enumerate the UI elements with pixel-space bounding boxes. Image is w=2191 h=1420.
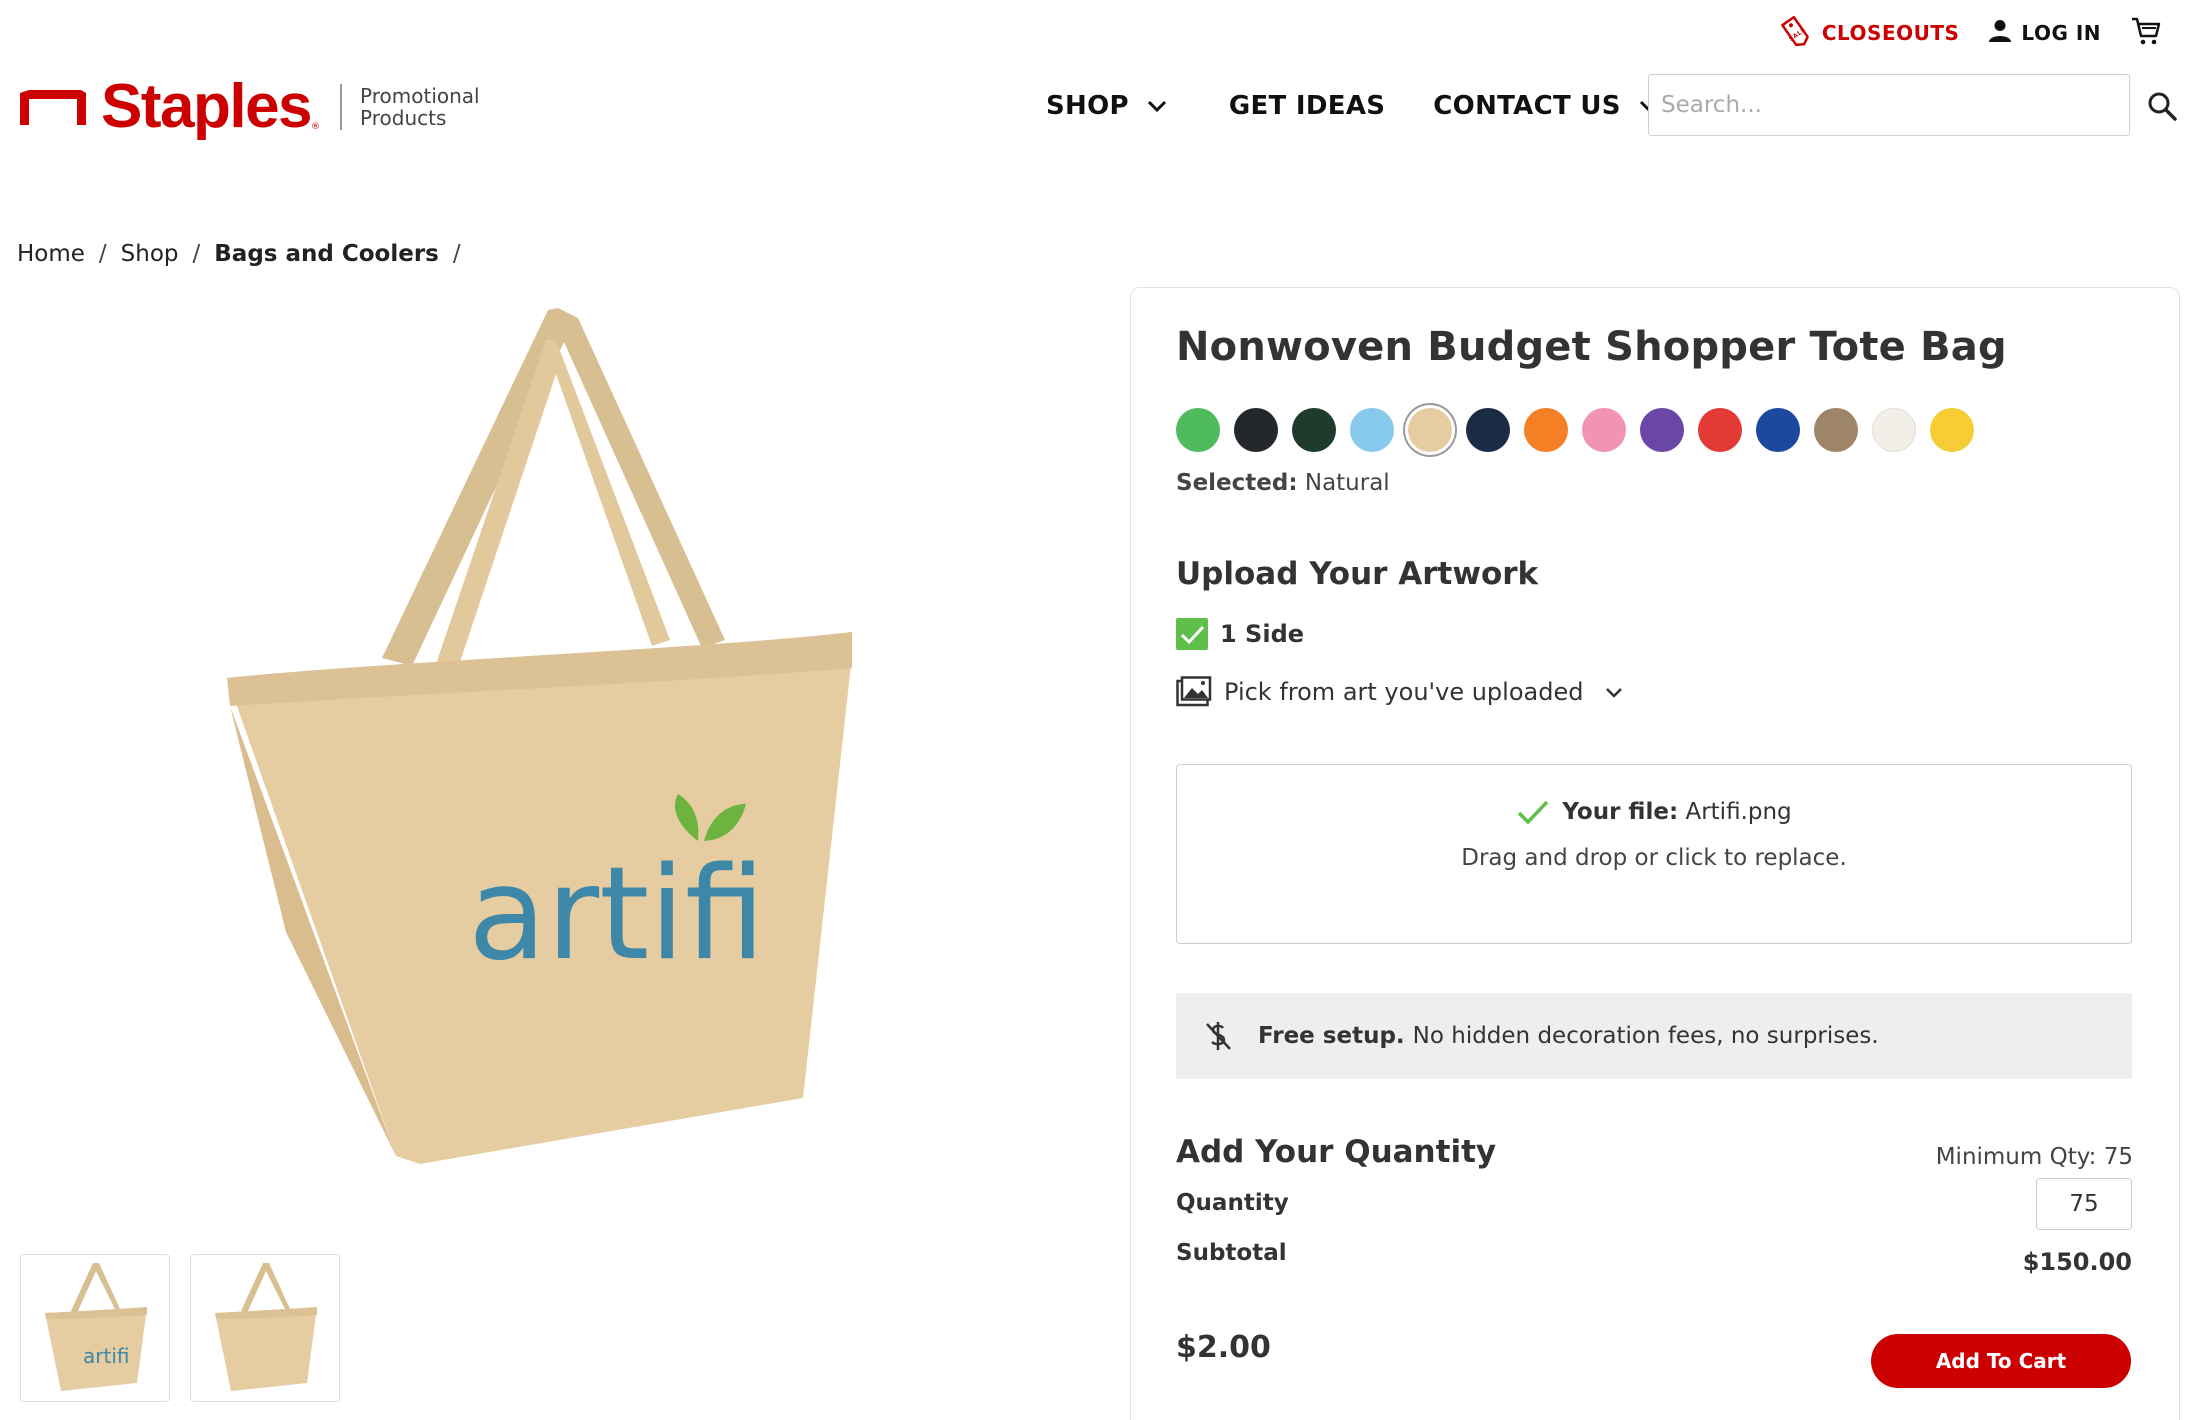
brand-logo[interactable]: Staples ® Promotional Products	[17, 76, 480, 138]
print-logo-text: artifi	[468, 840, 765, 989]
thumbnail-plain[interactable]	[190, 1254, 340, 1402]
breadcrumb-shop[interactable]: Shop	[121, 241, 179, 267]
nav-contact-us[interactable]: CONTACT US	[1433, 91, 1659, 121]
no-fee-dollar-icon	[1206, 1022, 1231, 1050]
brand-subtitle-line1: Promotional	[360, 84, 480, 108]
nav-shop[interactable]: SHOP	[1046, 91, 1167, 121]
color-swatch[interactable]	[1524, 408, 1568, 452]
file-name: Artifi.png	[1685, 799, 1792, 825]
closeouts-label: CLOSEOUTS	[1821, 21, 1960, 45]
image-gallery-icon	[1176, 676, 1212, 707]
breadcrumb-separator: /	[452, 241, 461, 267]
side-option[interactable]: 1 Side	[1176, 618, 1304, 650]
cart-icon[interactable]	[2131, 16, 2161, 50]
nav-shop-label: SHOP	[1046, 91, 1129, 121]
checkmark-icon	[1518, 800, 1549, 825]
quantity-heading: Add Your Quantity	[1176, 1134, 1497, 1170]
subtotal-value: $150.00	[2022, 1248, 2132, 1276]
unit-price: $2.00	[1176, 1330, 1271, 1365]
breadcrumb-category[interactable]: Bags and Coolers	[214, 241, 439, 267]
user-icon	[1989, 19, 2012, 48]
breadcrumb-separator: /	[98, 241, 107, 267]
brand-subtitle-line2: Products	[360, 106, 447, 130]
quantity-input[interactable]	[2036, 1178, 2132, 1230]
main-nav: SHOP GET IDEAS CONTACT US	[1046, 86, 1659, 126]
minimum-quantity: Minimum Qty: 75	[1935, 1144, 2133, 1170]
login-link[interactable]: LOG IN	[1989, 19, 2101, 48]
color-swatch[interactable]	[1234, 408, 1278, 452]
color-swatch[interactable]	[1466, 408, 1510, 452]
color-swatch[interactable]	[1582, 408, 1626, 452]
thumbnail-front-image: artifi	[45, 1263, 147, 1391]
free-setup-bold: Free setup.	[1258, 1023, 1405, 1049]
svg-text:SALE: SALE	[1788, 26, 1807, 43]
subtotal-label: Subtotal	[1176, 1240, 1287, 1266]
color-swatch[interactable]	[1292, 408, 1336, 452]
brand-wordmark: Staples	[101, 72, 313, 141]
pick-art-dropdown[interactable]: Pick from art you've uploaded	[1176, 676, 1623, 708]
brand-trademark: ®	[311, 122, 321, 132]
chevron-down-icon	[1606, 688, 1623, 698]
product-main-image[interactable]: artifi	[200, 296, 880, 1176]
color-swatch[interactable]	[1872, 408, 1916, 452]
pick-art-label: Pick from art you've uploaded	[1224, 678, 1584, 706]
utility-bar: SALE CLOSEOUTS LOG IN	[1778, 14, 2161, 52]
free-setup-text: No hidden decoration fees, no surprises.	[1412, 1023, 1879, 1049]
nav-get-ideas-label: GET IDEAS	[1228, 91, 1386, 121]
search-input[interactable]	[1648, 74, 2130, 136]
search-icon[interactable]	[2146, 90, 2178, 122]
staples-mark-icon	[20, 90, 86, 125]
breadcrumb-separator: /	[192, 241, 201, 267]
side-checkbox[interactable]	[1176, 618, 1208, 650]
chevron-down-icon	[1147, 100, 1166, 113]
thumbnail-plain-image	[215, 1263, 317, 1391]
file-label: Your file:	[1562, 799, 1679, 825]
drop-hint: Drag and drop or click to replace.	[1461, 845, 1847, 871]
upload-artwork-heading: Upload Your Artwork	[1176, 556, 1539, 592]
uploaded-file-line: Your file: Artifi.png	[1177, 799, 2131, 825]
checkmark-icon	[1180, 625, 1205, 645]
color-swatch[interactable]	[1640, 408, 1684, 452]
sale-tag-icon: SALE	[1778, 13, 1812, 54]
color-swatch[interactable]	[1698, 408, 1742, 452]
thumbnail-front[interactable]: artifi	[20, 1254, 170, 1402]
add-to-cart-button[interactable]: Add To Cart	[1871, 1334, 2131, 1388]
color-swatch[interactable]	[1930, 408, 1974, 452]
selected-color: Selected: Natural	[1176, 470, 1390, 496]
nav-contact-us-label: CONTACT US	[1433, 91, 1621, 121]
product-title: Nonwoven Budget Shopper Tote Bag	[1176, 324, 2007, 370]
login-label: LOG IN	[2021, 21, 2101, 45]
selected-color-label: Selected:	[1176, 470, 1298, 496]
closeouts-link[interactable]: SALE CLOSEOUTS	[1778, 13, 1960, 54]
breadcrumb-home[interactable]: Home	[17, 241, 85, 267]
free-setup-banner: Free setup. No hidden decoration fees, n…	[1176, 993, 2132, 1079]
color-swatches	[1176, 408, 1974, 452]
file-dropzone[interactable]: Your file: Artifi.png Drag and drop or c…	[1176, 764, 2132, 944]
quantity-label: Quantity	[1176, 1190, 1289, 1216]
color-swatch[interactable]	[1350, 408, 1394, 452]
logo-divider	[340, 84, 343, 130]
brand-subtitle: Promotional Products	[360, 85, 480, 129]
color-swatch[interactable]	[1408, 408, 1452, 452]
selected-color-value: Natural	[1304, 470, 1390, 496]
nav-get-ideas[interactable]: GET IDEAS	[1229, 91, 1385, 121]
color-swatch[interactable]	[1814, 408, 1858, 452]
breadcrumb: Home / Shop / Bags and Coolers /	[17, 241, 475, 267]
color-swatch[interactable]	[1176, 408, 1220, 452]
thumbnail-logo-text: artifi	[83, 1344, 129, 1368]
side-label: 1 Side	[1220, 620, 1305, 648]
color-swatch[interactable]	[1756, 408, 1800, 452]
